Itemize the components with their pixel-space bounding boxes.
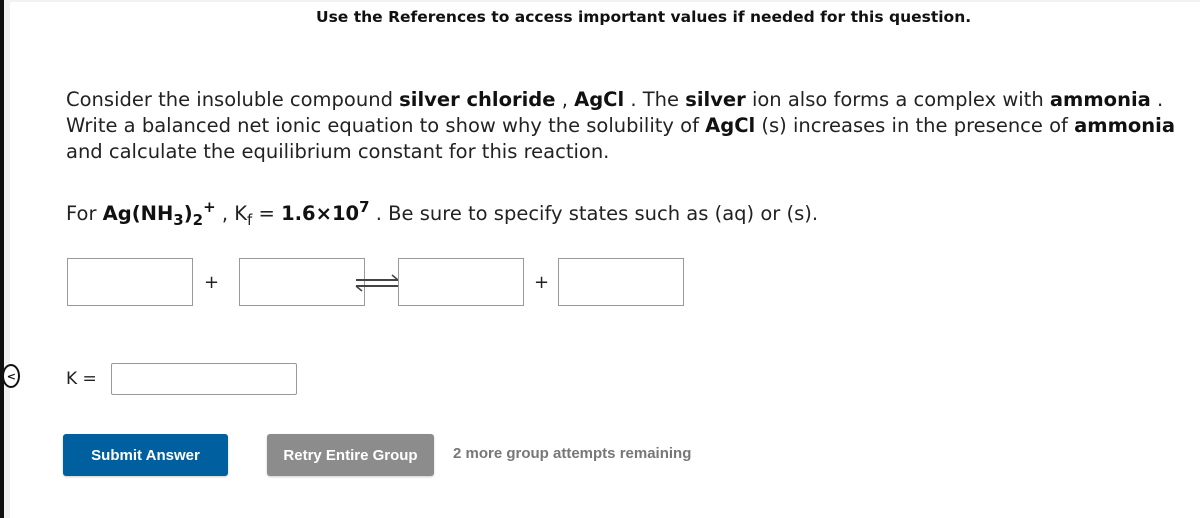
kf-statement: For Ag(NH3)2+ , Kf = 1.6×107 . Be sure t… [66,198,819,229]
question-text: Consider the insoluble compound silver c… [66,87,1200,165]
retry-entire-group-button[interactable]: Retry Entire Group [267,434,434,476]
k-value-input[interactable] [111,363,297,395]
window-edge [0,0,4,518]
question-line-1: Consider the insoluble compound silver c… [66,88,1164,111]
plus-sign: + [204,272,220,293]
question-line-3: and calculate the equilibrium constant f… [66,140,610,163]
compound-name: silver chloride [399,88,556,111]
reactant-2-input[interactable] [239,258,365,306]
plus-sign: + [534,272,550,293]
ion-name: silver [685,88,746,111]
reactant-1-input[interactable] [67,258,193,306]
ligand-name: ammonia [1049,88,1151,111]
attempts-remaining-text: 2 more group attempts remaining [453,445,692,462]
references-notice: Use the References to access important v… [316,8,972,26]
collapse-handle-icon[interactable]: < [2,364,20,388]
compound-formula: AgCl [574,88,625,111]
product-2-input[interactable] [558,258,684,306]
submit-answer-button[interactable]: Submit Answer [63,434,228,476]
k-label: K = [66,369,97,389]
kf-value: 1.6×107 [281,198,370,225]
equilibrium-arrow-icon [355,274,399,292]
product-1-input[interactable] [398,258,524,306]
question-panel: < Use the References to access important… [2,2,1200,518]
complex-formula: Ag(NH3)2+ [102,198,216,229]
question-line-2: Write a balanced net ionic equation to s… [66,114,1176,137]
